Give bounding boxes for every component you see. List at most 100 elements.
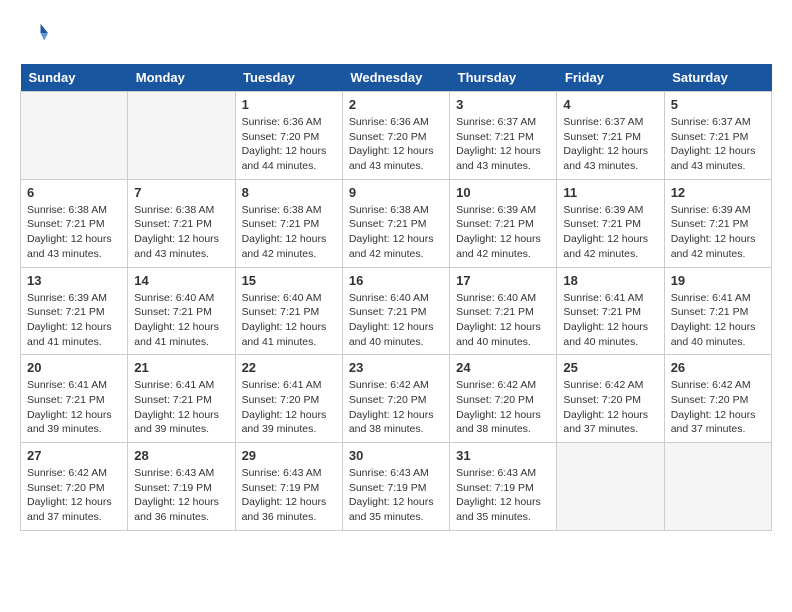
day-number: 8 (242, 185, 336, 200)
calendar-cell (128, 92, 235, 180)
day-info: Sunrise: 6:38 AM Sunset: 7:21 PM Dayligh… (349, 203, 443, 262)
calendar-cell: 9Sunrise: 6:38 AM Sunset: 7:21 PM Daylig… (342, 179, 449, 267)
day-number: 29 (242, 448, 336, 463)
calendar-cell: 3 Sunrise: 6:37 AM Sunset: 7:21 PM Daylig… (450, 92, 557, 180)
logo-icon (20, 20, 48, 48)
calendar-cell: 22 Sunrise: 6:41 AM Sunset: 7:20 PM Dayli… (235, 355, 342, 443)
day-info: Sunrise: 6:43 AM Sunset: 7:19 PM Dayligh… (242, 466, 336, 525)
day-number: 3 (456, 97, 550, 112)
day-number: 15 (242, 273, 336, 288)
calendar-cell: 25 Sunrise: 6:42 AM Sunset: 7:20 PM Dayli… (557, 355, 664, 443)
calendar-cell: 6 Sunrise: 6:38 AM Sunset: 7:21 PM Daylig… (21, 179, 128, 267)
calendar-cell: 16Sunrise: 6:40 AM Sunset: 7:21 PM Dayli… (342, 267, 449, 355)
header-cell-friday: Friday (557, 64, 664, 92)
day-info: Sunrise: 6:36 AM Sunset: 7:20 PM Dayligh… (242, 115, 336, 174)
day-number: 14 (134, 273, 228, 288)
day-info: Sunrise: 6:38 AM Sunset: 7:21 PM Dayligh… (27, 203, 121, 262)
header-row: SundayMondayTuesdayWednesdayThursdayFrid… (21, 64, 772, 92)
day-number: 25 (563, 360, 657, 375)
day-info: Sunrise: 6:38 AM Sunset: 7:21 PM Dayligh… (242, 203, 336, 262)
day-info: Sunrise: 6:38 AM Sunset: 7:21 PM Dayligh… (134, 203, 228, 262)
logo (20, 20, 52, 48)
calendar-cell: 15 Sunrise: 6:40 AM Sunset: 7:21 PM Dayli… (235, 267, 342, 355)
calendar-cell: 27 Sunrise: 6:42 AM Sunset: 7:20 PM Dayli… (21, 443, 128, 531)
day-info: Sunrise: 6:43 AM Sunset: 7:19 PM Dayligh… (456, 466, 550, 525)
day-number: 26 (671, 360, 765, 375)
calendar-cell: 18 Sunrise: 6:41 AM Sunset: 7:21 PM Dayli… (557, 267, 664, 355)
page-header (20, 20, 772, 48)
day-number: 7 (134, 185, 228, 200)
day-number: 16 (349, 273, 443, 288)
day-info: Sunrise: 6:39 AM Sunset: 7:21 PM Dayligh… (671, 203, 765, 262)
header-cell-wednesday: Wednesday (342, 64, 449, 92)
calendar-cell: 14 Sunrise: 6:40 AM Sunset: 7:21 PM Dayli… (128, 267, 235, 355)
week-row-4: 20 Sunrise: 6:41 AM Sunset: 7:21 PM Dayli… (21, 355, 772, 443)
calendar-cell: 20 Sunrise: 6:41 AM Sunset: 7:21 PM Dayli… (21, 355, 128, 443)
week-row-2: 6 Sunrise: 6:38 AM Sunset: 7:21 PM Daylig… (21, 179, 772, 267)
calendar-cell: 26 Sunrise: 6:42 AM Sunset: 7:20 PM Dayli… (664, 355, 771, 443)
day-number: 28 (134, 448, 228, 463)
day-number: 13 (27, 273, 121, 288)
day-info: Sunrise: 6:42 AM Sunset: 7:20 PM Dayligh… (671, 378, 765, 437)
day-number: 1 (242, 97, 336, 112)
day-number: 19 (671, 273, 765, 288)
day-info: Sunrise: 6:37 AM Sunset: 7:21 PM Dayligh… (563, 115, 657, 174)
header-cell-thursday: Thursday (450, 64, 557, 92)
day-info: Sunrise: 6:43 AM Sunset: 7:19 PM Dayligh… (349, 466, 443, 525)
day-number: 17 (456, 273, 550, 288)
day-info: Sunrise: 6:40 AM Sunset: 7:21 PM Dayligh… (456, 291, 550, 350)
header-cell-monday: Monday (128, 64, 235, 92)
day-info: Sunrise: 6:39 AM Sunset: 7:21 PM Dayligh… (27, 291, 121, 350)
day-number: 27 (27, 448, 121, 463)
day-number: 21 (134, 360, 228, 375)
calendar-cell: 11Sunrise: 6:39 AM Sunset: 7:21 PM Dayli… (557, 179, 664, 267)
day-info: Sunrise: 6:40 AM Sunset: 7:21 PM Dayligh… (134, 291, 228, 350)
calendar-body: 1 Sunrise: 6:36 AM Sunset: 7:20 PM Daylig… (21, 92, 772, 531)
week-row-1: 1 Sunrise: 6:36 AM Sunset: 7:20 PM Daylig… (21, 92, 772, 180)
day-info: Sunrise: 6:36 AM Sunset: 7:20 PM Dayligh… (349, 115, 443, 174)
calendar-cell: 24 Sunrise: 6:42 AM Sunset: 7:20 PM Dayli… (450, 355, 557, 443)
day-info: Sunrise: 6:41 AM Sunset: 7:21 PM Dayligh… (134, 378, 228, 437)
calendar-cell: 17 Sunrise: 6:40 AM Sunset: 7:21 PM Dayli… (450, 267, 557, 355)
calendar-cell: 12 Sunrise: 6:39 AM Sunset: 7:21 PM Dayli… (664, 179, 771, 267)
day-info: Sunrise: 6:43 AM Sunset: 7:19 PM Dayligh… (134, 466, 228, 525)
day-number: 18 (563, 273, 657, 288)
day-number: 30 (349, 448, 443, 463)
calendar-cell: 5Sunrise: 6:37 AM Sunset: 7:21 PM Daylig… (664, 92, 771, 180)
day-info: Sunrise: 6:40 AM Sunset: 7:21 PM Dayligh… (242, 291, 336, 350)
calendar-cell (557, 443, 664, 531)
header-cell-saturday: Saturday (664, 64, 771, 92)
calendar-cell (664, 443, 771, 531)
day-info: Sunrise: 6:37 AM Sunset: 7:21 PM Dayligh… (456, 115, 550, 174)
day-info: Sunrise: 6:37 AM Sunset: 7:21 PM Dayligh… (671, 115, 765, 174)
calendar-cell (21, 92, 128, 180)
calendar-cell: 2Sunrise: 6:36 AM Sunset: 7:20 PM Daylig… (342, 92, 449, 180)
calendar-cell: 7 Sunrise: 6:38 AM Sunset: 7:21 PM Daylig… (128, 179, 235, 267)
day-info: Sunrise: 6:42 AM Sunset: 7:20 PM Dayligh… (563, 378, 657, 437)
day-number: 20 (27, 360, 121, 375)
day-info: Sunrise: 6:42 AM Sunset: 7:20 PM Dayligh… (27, 466, 121, 525)
week-row-3: 13 Sunrise: 6:39 AM Sunset: 7:21 PM Dayli… (21, 267, 772, 355)
header-cell-sunday: Sunday (21, 64, 128, 92)
calendar-cell: 10Sunrise: 6:39 AM Sunset: 7:21 PM Dayli… (450, 179, 557, 267)
day-info: Sunrise: 6:42 AM Sunset: 7:20 PM Dayligh… (456, 378, 550, 437)
day-number: 11 (563, 185, 657, 200)
week-row-5: 27 Sunrise: 6:42 AM Sunset: 7:20 PM Dayli… (21, 443, 772, 531)
day-info: Sunrise: 6:41 AM Sunset: 7:21 PM Dayligh… (27, 378, 121, 437)
day-number: 23 (349, 360, 443, 375)
calendar-cell: 29 Sunrise: 6:43 AM Sunset: 7:19 PM Dayli… (235, 443, 342, 531)
calendar-table: SundayMondayTuesdayWednesdayThursdayFrid… (20, 64, 772, 531)
day-number: 31 (456, 448, 550, 463)
calendar-cell: 30 Sunrise: 6:43 AM Sunset: 7:19 PM Dayli… (342, 443, 449, 531)
day-info: Sunrise: 6:41 AM Sunset: 7:20 PM Dayligh… (242, 378, 336, 437)
day-number: 4 (563, 97, 657, 112)
day-number: 10 (456, 185, 550, 200)
day-number: 12 (671, 185, 765, 200)
calendar-cell: 8 Sunrise: 6:38 AM Sunset: 7:21 PM Daylig… (235, 179, 342, 267)
day-number: 22 (242, 360, 336, 375)
day-number: 24 (456, 360, 550, 375)
day-info: Sunrise: 6:41 AM Sunset: 7:21 PM Dayligh… (563, 291, 657, 350)
calendar-cell: 28 Sunrise: 6:43 AM Sunset: 7:19 PM Dayli… (128, 443, 235, 531)
calendar-cell: 19Sunrise: 6:41 AM Sunset: 7:21 PM Dayli… (664, 267, 771, 355)
day-number: 6 (27, 185, 121, 200)
